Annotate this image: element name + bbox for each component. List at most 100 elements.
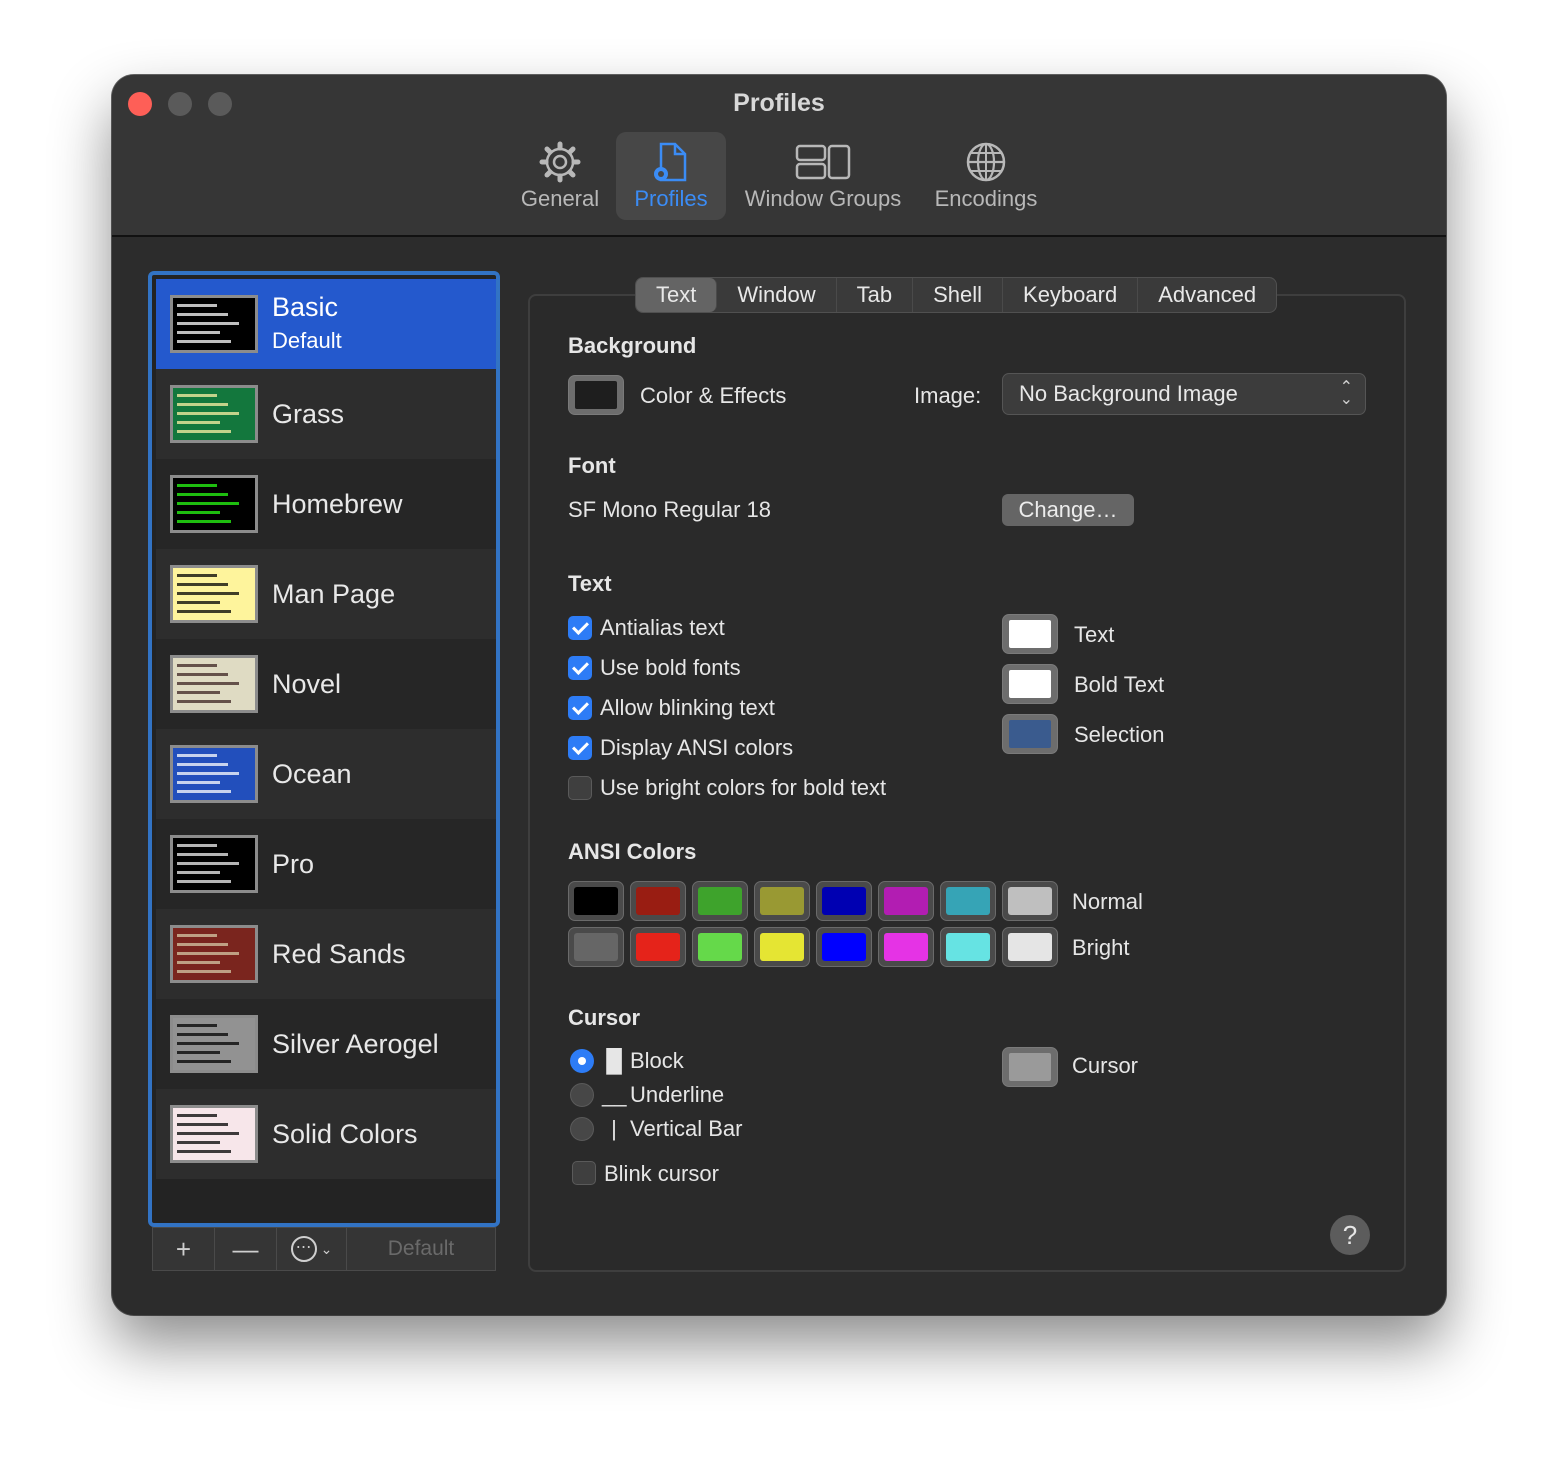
ansi-color-fill (760, 933, 804, 961)
text-option-checkbox[interactable] (568, 736, 592, 760)
image-label: Image: (914, 383, 982, 408)
profile-row[interactable]: Silver Aerogel (156, 999, 496, 1089)
ansi-normal-swatch[interactable] (630, 881, 686, 921)
ansi-bright-swatch[interactable] (816, 927, 872, 967)
profile-row[interactable]: Basic Default (156, 279, 496, 369)
ansi-color-fill (636, 933, 680, 961)
help-button[interactable]: ? (1330, 1215, 1370, 1255)
thumbnail-line (177, 1033, 228, 1036)
ansi-bright-swatch[interactable] (630, 927, 686, 967)
profile-thumbnail (170, 565, 258, 623)
remove-profile-button[interactable]: — (215, 1228, 277, 1270)
background-image-value: No Background Image (1019, 381, 1238, 406)
ansi-normal-label: Normal (1072, 889, 1143, 914)
tab-keyboard[interactable]: Keyboard (1003, 278, 1139, 312)
default-button[interactable]: Default (347, 1228, 495, 1270)
toolbar-encodings[interactable]: Encodings (924, 132, 1048, 220)
profile-list-controls: + — ⋯ ⌄ Default (152, 1227, 496, 1271)
text-color-swatch[interactable] (1002, 714, 1058, 754)
text-option-checkbox[interactable] (568, 656, 592, 680)
tab-advanced[interactable]: Advanced (1138, 278, 1276, 312)
more-actions-button[interactable]: ⋯ ⌄ (277, 1228, 347, 1270)
ansi-color-fill (574, 933, 618, 961)
profile-thumbnail (170, 295, 258, 353)
profile-row[interactable]: Ocean (156, 729, 496, 819)
cursor-style-radio[interactable] (570, 1083, 594, 1107)
ansi-normal-swatch[interactable] (692, 881, 748, 921)
cursor-style-label: Underline (630, 1082, 725, 1107)
thumbnail-line (177, 322, 239, 325)
cursor-style-glyph-icon: | (611, 1116, 617, 1141)
thumbnail-line (177, 673, 228, 676)
cursor-style-radio[interactable] (570, 1049, 594, 1073)
toolbar-general[interactable]: General (510, 132, 610, 220)
thumbnail-line (177, 772, 239, 775)
background-color-swatch[interactable] (568, 375, 624, 415)
preferences-window: Profiles General Profiles Window Groups … (112, 75, 1446, 1315)
thumbnail-line (177, 1042, 239, 1045)
ansi-bright-swatch[interactable] (754, 927, 810, 967)
toolbar-window-groups[interactable]: Window Groups (734, 132, 912, 220)
background-image-select[interactable]: No Background Image ⌃ ⌄ (1002, 373, 1366, 415)
tab-tab[interactable]: Tab (837, 278, 914, 312)
add-profile-button[interactable]: + (153, 1228, 215, 1270)
cursor-style-radio[interactable] (570, 1117, 594, 1141)
profile-thumbnail (170, 1105, 258, 1163)
ansi-bright-swatch[interactable] (692, 927, 748, 967)
change-font-button[interactable]: Change… (1002, 494, 1134, 526)
ansi-bright-swatch[interactable] (940, 927, 996, 967)
color-effects-label: Color & Effects (640, 383, 787, 408)
thumbnail-line (177, 394, 217, 397)
text-option-label: Use bright colors for bold text (600, 775, 887, 800)
blink-cursor-checkbox[interactable] (572, 1161, 596, 1185)
thumbnail-line (177, 754, 217, 757)
ansi-normal-swatch[interactable] (816, 881, 872, 921)
profile-thumbnail (170, 835, 258, 893)
thumbnail-line (177, 493, 228, 496)
tab-shell[interactable]: Shell (913, 278, 1004, 312)
ansi-color-fill (822, 887, 866, 915)
ansi-normal-swatch[interactable] (568, 881, 624, 921)
profile-name: Ocean (272, 758, 352, 789)
ansi-color-fill (884, 933, 928, 961)
thumbnail-line (177, 1123, 228, 1126)
profile-row[interactable]: Solid Colors (156, 1089, 496, 1179)
ansi-normal-swatch[interactable] (1002, 881, 1058, 921)
text-option-checkbox[interactable] (568, 696, 592, 720)
ansi-color-fill (1008, 887, 1052, 915)
profile-row[interactable]: Novel (156, 639, 496, 729)
profile-row[interactable]: Homebrew (156, 459, 496, 549)
profile-row[interactable]: Red Sands (156, 909, 496, 999)
cursor-style-glyph-icon: __ (602, 1082, 627, 1107)
profile-row[interactable]: Grass (156, 369, 496, 459)
tab-text[interactable]: Text (636, 278, 718, 312)
text-color-swatch[interactable] (1002, 664, 1058, 704)
ansi-normal-swatch[interactable] (878, 881, 934, 921)
ansi-bright-swatch[interactable] (1002, 927, 1058, 967)
ansi-bright-swatch[interactable] (568, 927, 624, 967)
text-option-checkbox[interactable] (568, 776, 592, 800)
tab-window[interactable]: Window (717, 278, 837, 312)
ansi-bright-swatch[interactable] (878, 927, 934, 967)
thumbnail-line (177, 601, 220, 604)
toolbar-encodings-label: Encodings (934, 186, 1038, 211)
thumbnail-line (177, 610, 231, 613)
profile-name: Homebrew (272, 488, 403, 519)
text-option-checkbox[interactable] (568, 616, 592, 640)
profile-list[interactable]: Basic Default Grass Homebrew Man Page Novel Oc… (148, 271, 500, 1227)
blink-cursor-label: Blink cursor (604, 1161, 719, 1186)
profile-row[interactable]: Man Page (156, 549, 496, 639)
thumbnail-line (177, 340, 231, 343)
profile-row[interactable]: Pro (156, 819, 496, 909)
ansi-normal-swatch[interactable] (754, 881, 810, 921)
profile-name: Silver Aerogel (272, 1028, 439, 1059)
text-color-swatch[interactable] (1002, 614, 1058, 654)
ansi-color-fill (946, 933, 990, 961)
ansi-bright-label: Bright (1072, 935, 1130, 960)
thumbnail-line (177, 520, 231, 523)
cursor-color-swatch[interactable] (1002, 1047, 1058, 1087)
thumbnail-line (177, 664, 217, 667)
thumbnail-line (177, 682, 239, 685)
ansi-normal-swatch[interactable] (940, 881, 996, 921)
toolbar-profiles[interactable]: Profiles (616, 132, 726, 220)
